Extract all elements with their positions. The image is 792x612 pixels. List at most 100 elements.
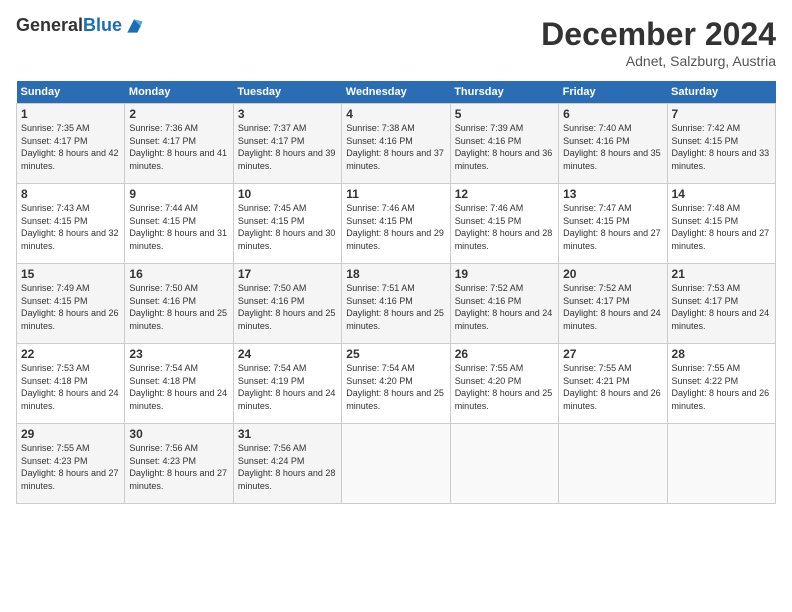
day-cell: 21 Sunrise: 7:53 AMSunset: 4:17 PMDaylig… — [667, 264, 775, 344]
title-block: December 2024 Adnet, Salzburg, Austria — [541, 16, 776, 69]
day-number: 14 — [672, 187, 771, 201]
day-number: 8 — [21, 187, 120, 201]
day-info: Sunrise: 7:40 AMSunset: 4:16 PMDaylight:… — [563, 122, 662, 172]
day-cell: 14 Sunrise: 7:48 AMSunset: 4:15 PMDaylig… — [667, 184, 775, 264]
day-info: Sunrise: 7:56 AMSunset: 4:23 PMDaylight:… — [129, 442, 228, 492]
day-info: Sunrise: 7:45 AMSunset: 4:15 PMDaylight:… — [238, 202, 337, 252]
col-saturday: Saturday — [667, 81, 775, 104]
day-cell: 23 Sunrise: 7:54 AMSunset: 4:18 PMDaylig… — [125, 344, 233, 424]
day-cell: 6 Sunrise: 7:40 AMSunset: 4:16 PMDayligh… — [559, 104, 667, 184]
day-info: Sunrise: 7:52 AMSunset: 4:16 PMDaylight:… — [455, 282, 554, 332]
day-info: Sunrise: 7:39 AMSunset: 4:16 PMDaylight:… — [455, 122, 554, 172]
logo-icon — [124, 16, 144, 36]
day-info: Sunrise: 7:35 AMSunset: 4:17 PMDaylight:… — [21, 122, 120, 172]
day-cell: 5 Sunrise: 7:39 AMSunset: 4:16 PMDayligh… — [450, 104, 558, 184]
day-number: 23 — [129, 347, 228, 361]
day-cell: 11 Sunrise: 7:46 AMSunset: 4:15 PMDaylig… — [342, 184, 450, 264]
day-cell: 22 Sunrise: 7:53 AMSunset: 4:18 PMDaylig… — [17, 344, 125, 424]
day-cell: 15 Sunrise: 7:49 AMSunset: 4:15 PMDaylig… — [17, 264, 125, 344]
day-info: Sunrise: 7:43 AMSunset: 4:15 PMDaylight:… — [21, 202, 120, 252]
page-container: GeneralBlue December 2024 Adnet, Salzbur… — [0, 0, 792, 514]
day-cell: 18 Sunrise: 7:51 AMSunset: 4:16 PMDaylig… — [342, 264, 450, 344]
calendar-table: Sunday Monday Tuesday Wednesday Thursday… — [16, 81, 776, 504]
day-number: 7 — [672, 107, 771, 121]
day-number: 15 — [21, 267, 120, 281]
day-cell: 7 Sunrise: 7:42 AMSunset: 4:15 PMDayligh… — [667, 104, 775, 184]
day-info: Sunrise: 7:56 AMSunset: 4:24 PMDaylight:… — [238, 442, 337, 492]
header-row: Sunday Monday Tuesday Wednesday Thursday… — [17, 81, 776, 104]
day-info: Sunrise: 7:53 AMSunset: 4:17 PMDaylight:… — [672, 282, 771, 332]
day-cell: 9 Sunrise: 7:44 AMSunset: 4:15 PMDayligh… — [125, 184, 233, 264]
day-info: Sunrise: 7:44 AMSunset: 4:15 PMDaylight:… — [129, 202, 228, 252]
day-cell: 17 Sunrise: 7:50 AMSunset: 4:16 PMDaylig… — [233, 264, 341, 344]
day-cell: 20 Sunrise: 7:52 AMSunset: 4:17 PMDaylig… — [559, 264, 667, 344]
day-cell: 25 Sunrise: 7:54 AMSunset: 4:20 PMDaylig… — [342, 344, 450, 424]
day-info: Sunrise: 7:53 AMSunset: 4:18 PMDaylight:… — [21, 362, 120, 412]
day-info: Sunrise: 7:50 AMSunset: 4:16 PMDaylight:… — [238, 282, 337, 332]
day-number: 1 — [21, 107, 120, 121]
day-cell — [450, 424, 558, 504]
col-friday: Friday — [559, 81, 667, 104]
week-row-4: 22 Sunrise: 7:53 AMSunset: 4:18 PMDaylig… — [17, 344, 776, 424]
day-info: Sunrise: 7:47 AMSunset: 4:15 PMDaylight:… — [563, 202, 662, 252]
week-row-5: 29 Sunrise: 7:55 AMSunset: 4:23 PMDaylig… — [17, 424, 776, 504]
day-cell: 2 Sunrise: 7:36 AMSunset: 4:17 PMDayligh… — [125, 104, 233, 184]
week-row-2: 8 Sunrise: 7:43 AMSunset: 4:15 PMDayligh… — [17, 184, 776, 264]
day-number: 12 — [455, 187, 554, 201]
day-info: Sunrise: 7:36 AMSunset: 4:17 PMDaylight:… — [129, 122, 228, 172]
day-info: Sunrise: 7:55 AMSunset: 4:23 PMDaylight:… — [21, 442, 120, 492]
day-number: 20 — [563, 267, 662, 281]
day-number: 2 — [129, 107, 228, 121]
day-number: 19 — [455, 267, 554, 281]
day-info: Sunrise: 7:55 AMSunset: 4:21 PMDaylight:… — [563, 362, 662, 412]
day-number: 16 — [129, 267, 228, 281]
day-info: Sunrise: 7:54 AMSunset: 4:19 PMDaylight:… — [238, 362, 337, 412]
day-info: Sunrise: 7:37 AMSunset: 4:17 PMDaylight:… — [238, 122, 337, 172]
logo: GeneralBlue — [16, 16, 144, 36]
day-info: Sunrise: 7:55 AMSunset: 4:22 PMDaylight:… — [672, 362, 771, 412]
col-tuesday: Tuesday — [233, 81, 341, 104]
day-cell: 4 Sunrise: 7:38 AMSunset: 4:16 PMDayligh… — [342, 104, 450, 184]
day-cell: 26 Sunrise: 7:55 AMSunset: 4:20 PMDaylig… — [450, 344, 558, 424]
day-cell: 31 Sunrise: 7:56 AMSunset: 4:24 PMDaylig… — [233, 424, 341, 504]
day-info: Sunrise: 7:54 AMSunset: 4:20 PMDaylight:… — [346, 362, 445, 412]
day-number: 28 — [672, 347, 771, 361]
day-number: 3 — [238, 107, 337, 121]
day-cell — [667, 424, 775, 504]
day-info: Sunrise: 7:50 AMSunset: 4:16 PMDaylight:… — [129, 282, 228, 332]
day-info: Sunrise: 7:46 AMSunset: 4:15 PMDaylight:… — [346, 202, 445, 252]
day-info: Sunrise: 7:42 AMSunset: 4:15 PMDaylight:… — [672, 122, 771, 172]
day-number: 30 — [129, 427, 228, 441]
day-number: 11 — [346, 187, 445, 201]
week-row-3: 15 Sunrise: 7:49 AMSunset: 4:15 PMDaylig… — [17, 264, 776, 344]
location: Adnet, Salzburg, Austria — [541, 53, 776, 69]
month-title: December 2024 — [541, 16, 776, 53]
day-cell: 3 Sunrise: 7:37 AMSunset: 4:17 PMDayligh… — [233, 104, 341, 184]
day-info: Sunrise: 7:48 AMSunset: 4:15 PMDaylight:… — [672, 202, 771, 252]
day-cell: 1 Sunrise: 7:35 AMSunset: 4:17 PMDayligh… — [17, 104, 125, 184]
day-cell: 27 Sunrise: 7:55 AMSunset: 4:21 PMDaylig… — [559, 344, 667, 424]
col-monday: Monday — [125, 81, 233, 104]
day-cell — [559, 424, 667, 504]
day-number: 4 — [346, 107, 445, 121]
header: GeneralBlue December 2024 Adnet, Salzbur… — [16, 16, 776, 69]
day-info: Sunrise: 7:52 AMSunset: 4:17 PMDaylight:… — [563, 282, 662, 332]
day-number: 22 — [21, 347, 120, 361]
day-info: Sunrise: 7:54 AMSunset: 4:18 PMDaylight:… — [129, 362, 228, 412]
day-info: Sunrise: 7:38 AMSunset: 4:16 PMDaylight:… — [346, 122, 445, 172]
col-sunday: Sunday — [17, 81, 125, 104]
day-cell: 29 Sunrise: 7:55 AMSunset: 4:23 PMDaylig… — [17, 424, 125, 504]
day-cell: 16 Sunrise: 7:50 AMSunset: 4:16 PMDaylig… — [125, 264, 233, 344]
day-number: 6 — [563, 107, 662, 121]
day-number: 27 — [563, 347, 662, 361]
day-info: Sunrise: 7:49 AMSunset: 4:15 PMDaylight:… — [21, 282, 120, 332]
day-number: 21 — [672, 267, 771, 281]
day-number: 26 — [455, 347, 554, 361]
day-cell: 28 Sunrise: 7:55 AMSunset: 4:22 PMDaylig… — [667, 344, 775, 424]
week-row-1: 1 Sunrise: 7:35 AMSunset: 4:17 PMDayligh… — [17, 104, 776, 184]
day-info: Sunrise: 7:51 AMSunset: 4:16 PMDaylight:… — [346, 282, 445, 332]
day-number: 9 — [129, 187, 228, 201]
day-number: 25 — [346, 347, 445, 361]
day-cell — [342, 424, 450, 504]
day-number: 17 — [238, 267, 337, 281]
